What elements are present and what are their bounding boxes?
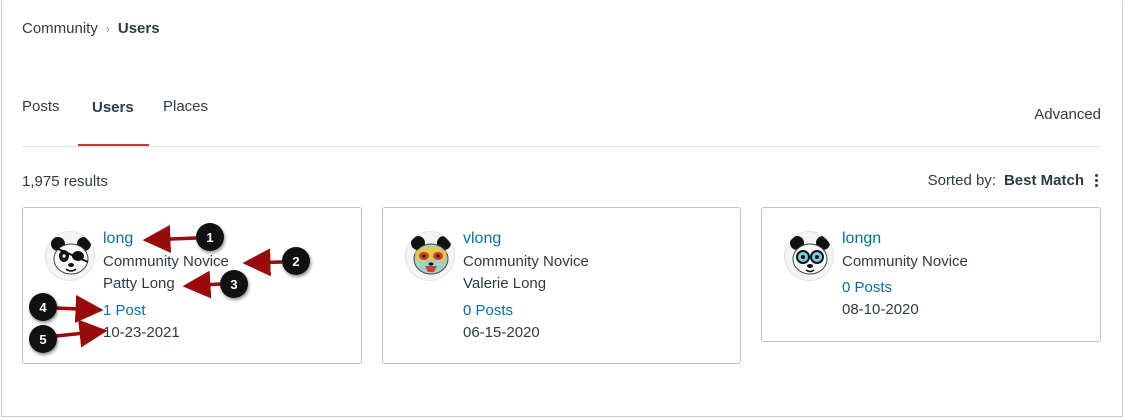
callout-badge-2: 2 (282, 247, 310, 275)
callout-badge-1: 1 (196, 223, 224, 251)
join-date: 10-23-2021 (103, 324, 180, 341)
callout-badge-5: 5 (29, 325, 57, 353)
user-card: long Community Novice Patty Long 1 Post … (22, 207, 362, 364)
callout-badge-3: 3 (220, 270, 248, 298)
user-rank: Community Novice (463, 253, 589, 270)
username-link[interactable]: longn (842, 230, 881, 248)
sort-control: Sorted by: Best Match (928, 172, 1101, 189)
post-count-link[interactable]: 0 Posts (842, 279, 892, 296)
tab-posts[interactable]: Posts (22, 98, 60, 115)
username-link[interactable]: vlong (463, 230, 501, 248)
tab-places[interactable]: Places (163, 98, 208, 115)
results-count: 1,975 results (22, 173, 108, 190)
tabs-divider (22, 146, 1101, 147)
join-date: 08-10-2020 (842, 301, 919, 318)
post-count-link[interactable]: 1 Post (103, 302, 146, 319)
panda-eyepatch-icon[interactable] (45, 231, 95, 281)
more-options-icon[interactable] (1092, 174, 1101, 187)
panda-luchador-mask-icon[interactable] (405, 231, 455, 281)
user-card: longn Community Novice 0 Posts 08-10-202… (761, 207, 1101, 342)
post-count-link[interactable]: 0 Posts (463, 302, 513, 319)
breadcrumb-community-link[interactable]: Community (22, 20, 98, 37)
user-card: vlong Community Novice Valerie Long 0 Po… (382, 207, 741, 364)
user-full-name: Valerie Long (463, 275, 547, 292)
user-full-name: Patty Long (103, 275, 175, 292)
sort-label: Sorted by: (927, 172, 996, 189)
join-date: 06-15-2020 (463, 324, 540, 341)
advanced-search-link[interactable]: Advanced (1034, 106, 1101, 123)
breadcrumb-current: Users (117, 20, 160, 37)
breadcrumb: Community › Users (22, 20, 160, 37)
user-rank: Community Novice (103, 253, 229, 270)
tab-users[interactable]: Users (92, 99, 134, 116)
username-link[interactable]: long (103, 230, 133, 248)
sort-value[interactable]: Best Match (1004, 172, 1084, 189)
breadcrumb-separator: › (105, 21, 110, 36)
callout-badge-4: 4 (29, 293, 57, 321)
panda-glasses-icon[interactable] (784, 231, 834, 281)
user-rank: Community Novice (842, 253, 968, 270)
